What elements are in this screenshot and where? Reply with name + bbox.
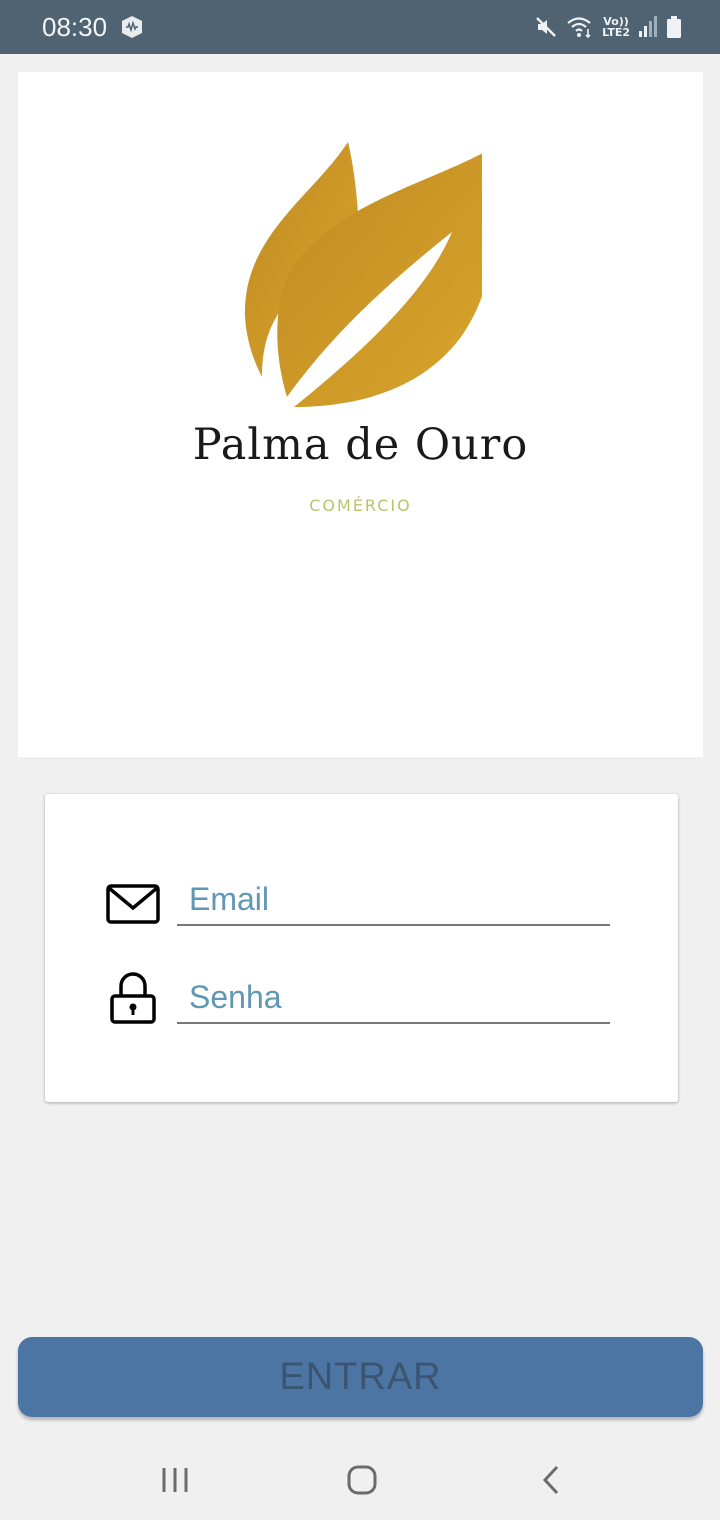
lte-indicator: Vo)) LTE2 bbox=[602, 16, 630, 38]
back-icon[interactable] bbox=[525, 1460, 575, 1500]
app-shield-icon bbox=[122, 16, 142, 38]
signal-icon bbox=[639, 16, 657, 37]
logo-panel: Palma de Ouro COMÉRCIO bbox=[18, 72, 703, 757]
status-bar: 08:30 Vo)) LTE2 bbox=[0, 0, 720, 54]
enter-button[interactable]: ENTRAR bbox=[18, 1337, 703, 1417]
brand-subtitle: COMÉRCIO bbox=[309, 496, 412, 515]
navigation-bar bbox=[0, 1440, 720, 1520]
status-icons: Vo)) LTE2 bbox=[534, 12, 682, 42]
password-row bbox=[45, 972, 678, 1042]
wifi-icon bbox=[567, 17, 591, 39]
email-row bbox=[45, 874, 678, 944]
email-field[interactable] bbox=[177, 874, 610, 926]
home-icon[interactable] bbox=[337, 1460, 387, 1500]
status-time: 08:30 bbox=[42, 12, 108, 42]
mute-icon bbox=[536, 17, 556, 37]
envelope-icon bbox=[106, 884, 160, 924]
lte-bottom-label: LTE2 bbox=[602, 26, 630, 39]
recent-apps-icon[interactable] bbox=[150, 1460, 200, 1500]
login-card bbox=[45, 794, 678, 1102]
battery-icon bbox=[667, 16, 681, 38]
lock-icon bbox=[110, 972, 156, 1024]
brand-name: Palma de Ouro bbox=[192, 420, 529, 470]
password-field[interactable] bbox=[177, 972, 610, 1024]
